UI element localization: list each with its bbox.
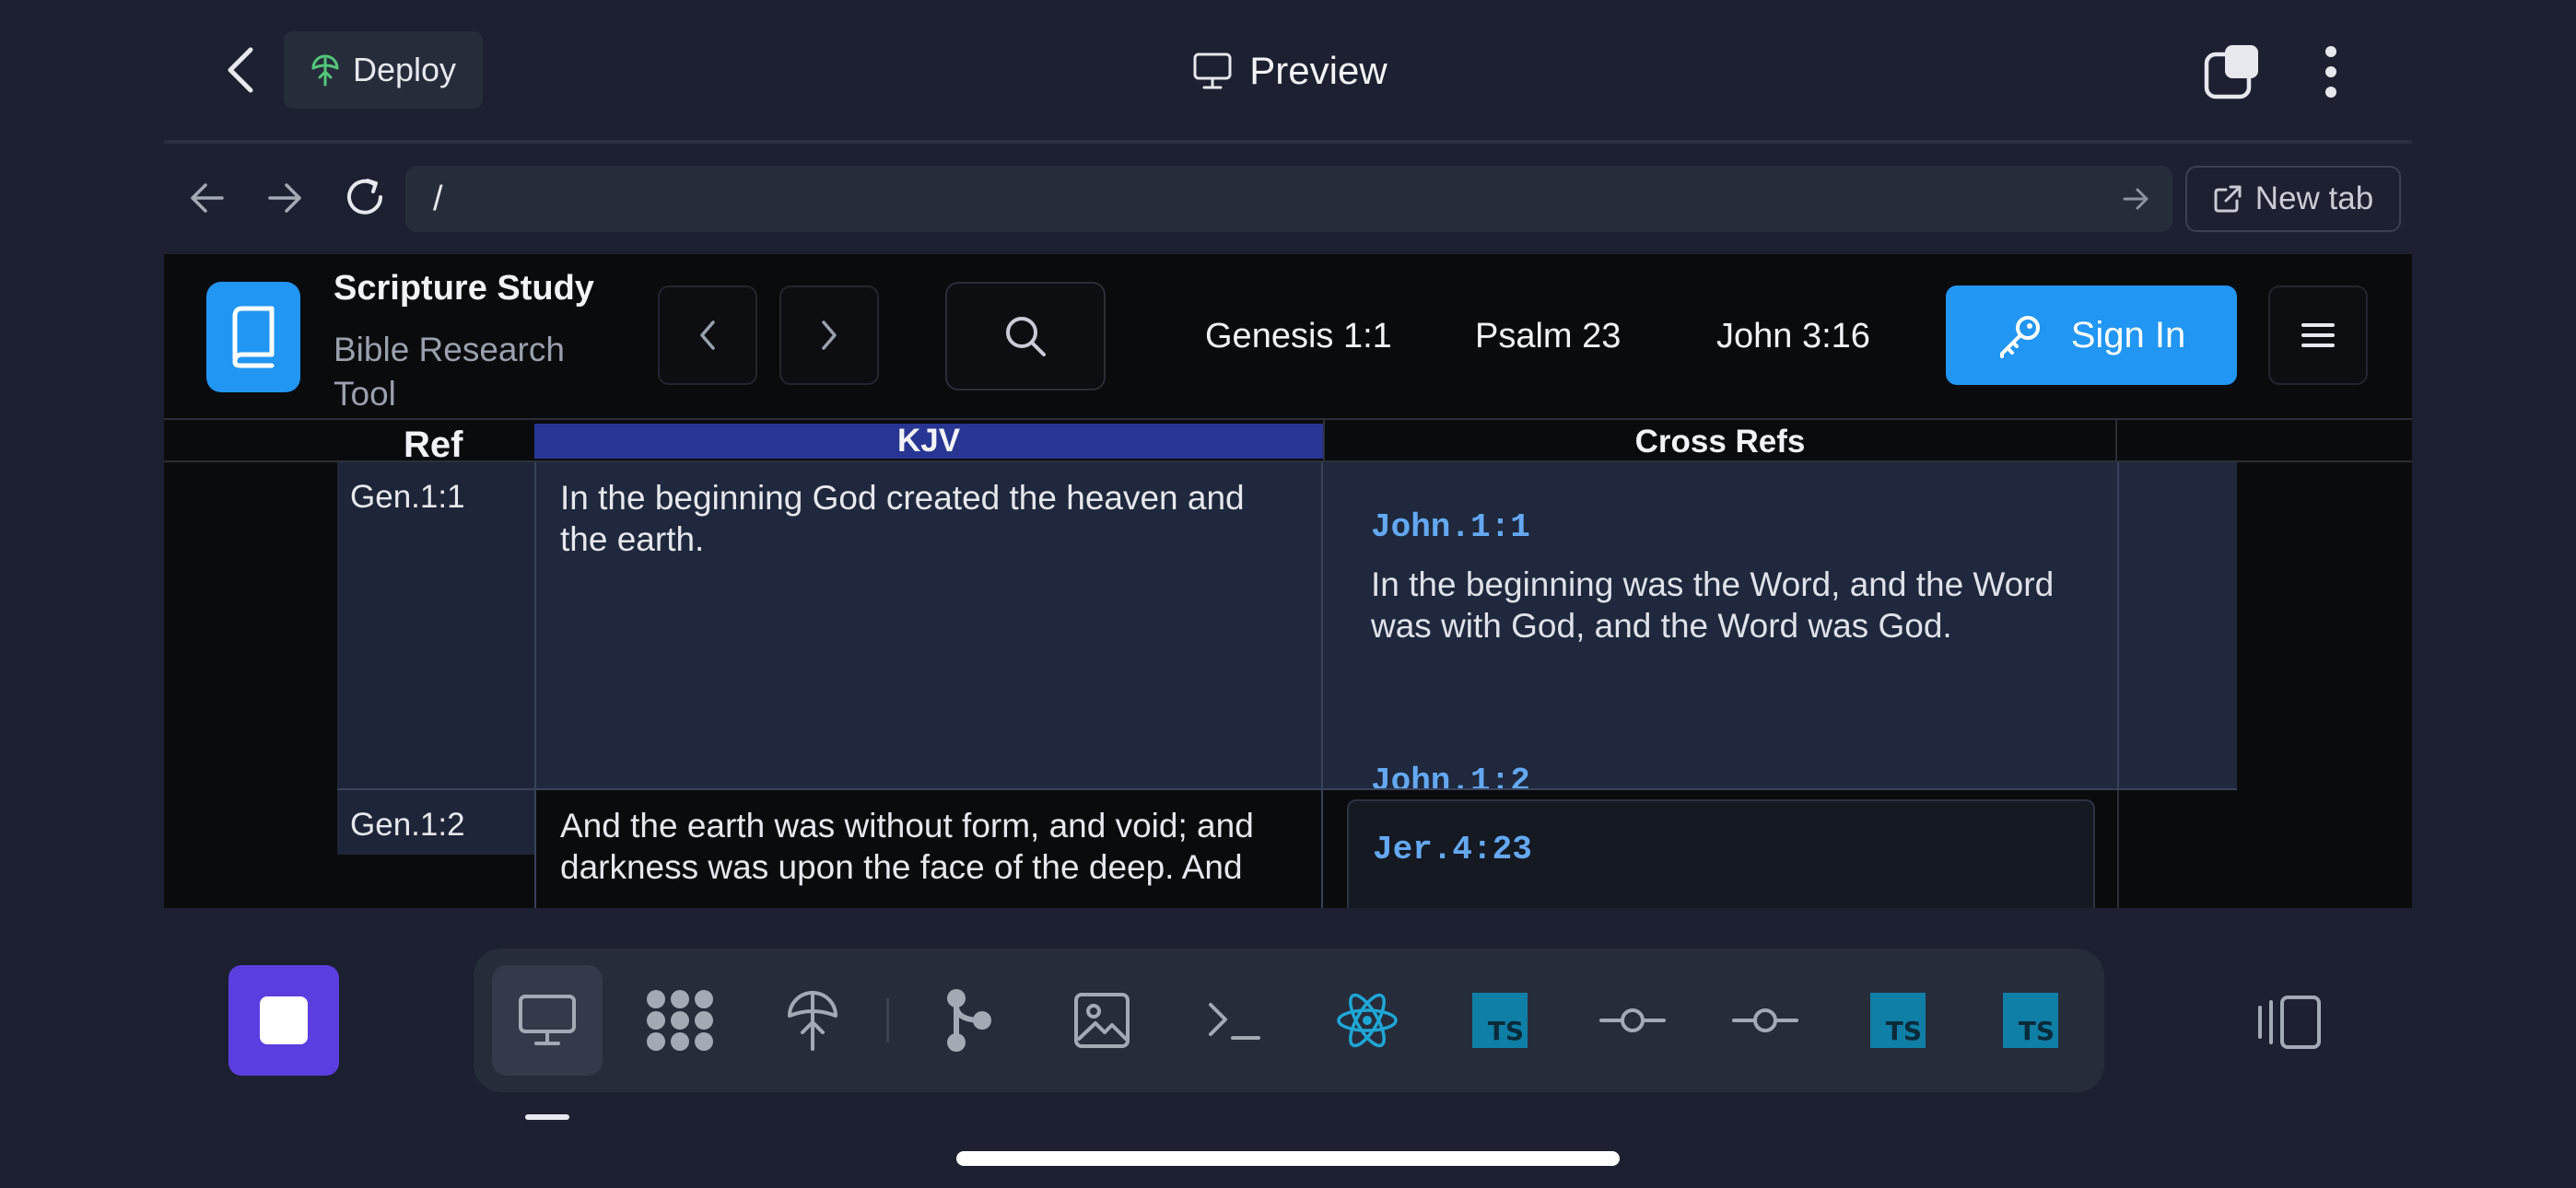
panel-toggle-button[interactable] — [2248, 985, 2331, 1059]
apps-icon — [647, 990, 713, 1051]
dock-image-button[interactable] — [1047, 965, 1157, 1076]
browser-back-button[interactable] — [184, 175, 230, 221]
url-text[interactable]: / — [433, 166, 443, 232]
dock-typescript-button[interactable]: TS — [1975, 965, 2086, 1076]
ref-cell[interactable]: Gen.1:2 — [337, 790, 534, 855]
table-header: Ref KJV Cross Refs — [164, 418, 2412, 465]
cross-refs-cell: John.1:1 In the beginning was the Word, … — [1323, 462, 2117, 790]
previous-verse-button[interactable] — [658, 285, 757, 385]
cross-ref-link[interactable]: John.1:1 — [1371, 508, 1530, 546]
deploy-label: Deploy — [352, 51, 457, 88]
cross-ref-link[interactable]: Jer.4:23 — [1373, 831, 1532, 868]
app-logo[interactable] — [206, 282, 300, 392]
dock-commit-button[interactable] — [1577, 965, 1688, 1076]
panel-layout-icon — [2258, 996, 2321, 1049]
monitor-icon — [519, 995, 576, 1045]
column-header-kjv[interactable]: KJV — [534, 423, 1323, 459]
arrow-right-icon — [268, 183, 301, 213]
tool-dock: TS TS TS — [474, 949, 2104, 1092]
typescript-icon: TS — [2003, 993, 2058, 1048]
quick-link-psalm[interactable]: Psalm 23 — [1475, 304, 1621, 368]
browser-forward-button[interactable] — [262, 175, 308, 221]
chevron-left-icon — [228, 47, 253, 93]
active-tab-indicator — [525, 1114, 569, 1120]
arrow-left-icon — [191, 183, 224, 213]
search-button[interactable] — [945, 282, 1106, 390]
dock-preview-button[interactable] — [492, 965, 603, 1076]
more-options-button[interactable] — [2303, 37, 2359, 107]
home-indicator[interactable] — [956, 1151, 1620, 1166]
dock-typescript-button[interactable]: TS — [1445, 965, 1555, 1076]
cross-ref-text: In the beginning was the Word, and the W… — [1371, 565, 2055, 645]
typescript-icon: TS — [1870, 993, 1926, 1048]
app-title: Scripture Study — [334, 269, 594, 308]
stop-icon — [260, 996, 308, 1044]
back-button[interactable] — [212, 37, 269, 103]
dock-commit-button[interactable] — [1710, 965, 1821, 1076]
next-verse-button[interactable] — [779, 285, 879, 385]
preview-title: Preview — [1179, 37, 1400, 105]
deploy-icon — [311, 54, 339, 87]
chevron-right-icon — [822, 320, 837, 350]
deploy-button[interactable]: Deploy — [284, 31, 483, 109]
column-divider — [2117, 790, 2119, 908]
dock-separator — [886, 998, 889, 1042]
column-header-ref[interactable]: Ref — [404, 420, 477, 465]
top-divider — [164, 140, 2412, 144]
git-icon — [947, 989, 991, 1052]
monitor-icon — [1193, 52, 1232, 89]
react-icon — [1337, 993, 1398, 1048]
quick-link-genesis[interactable]: Genesis 1:1 — [1205, 304, 1392, 368]
dock-deploy-button[interactable] — [757, 965, 868, 1076]
search-icon — [1006, 317, 1046, 356]
dock-git-button[interactable] — [914, 965, 1025, 1076]
cross-refs-cell: Jer.4:23 — [1323, 790, 2117, 908]
new-tab-button[interactable]: New tab — [2185, 166, 2401, 232]
empty-cell — [2117, 462, 2237, 790]
dock-terminal-button[interactable] — [1179, 965, 1290, 1076]
url-go-button[interactable] — [2117, 181, 2154, 217]
tabs-icon — [2204, 45, 2258, 99]
quick-link-john[interactable]: John 3:16 — [1716, 304, 1870, 368]
dock-typescript-button[interactable]: TS — [1843, 965, 1953, 1076]
tabs-button[interactable] — [2200, 41, 2263, 103]
commit-icon — [1732, 1008, 1798, 1032]
chevron-left-icon — [700, 320, 715, 350]
stop-button[interactable] — [228, 965, 339, 1076]
deploy-icon — [788, 991, 837, 1051]
hamburger-menu-icon — [2301, 323, 2335, 347]
preview-title-label: Preview — [1249, 49, 1388, 92]
app-subtitle: Bible Research Tool — [334, 331, 565, 413]
key-icon — [1999, 316, 2040, 358]
column-header-cross-refs[interactable]: Cross Refs — [1323, 420, 2117, 464]
kjv-verse-cell: In the beginning God created the heaven … — [534, 462, 1323, 790]
cross-ref-card[interactable]: Jer.4:23 — [1347, 799, 2095, 908]
more-vertical-icon — [2325, 46, 2336, 98]
terminal-icon — [1209, 1003, 1260, 1040]
dock-react-button[interactable] — [1312, 965, 1423, 1076]
external-link-icon — [2214, 185, 2242, 213]
kjv-verse-cell: And the earth was without form, and void… — [534, 790, 1323, 908]
reload-button[interactable] — [339, 171, 391, 223]
new-tab-label: New tab — [2254, 181, 2374, 216]
image-icon — [1074, 993, 1130, 1048]
typescript-icon: TS — [1472, 993, 1528, 1048]
url-bar[interactable]: / — [405, 166, 2172, 232]
preview-frame: Scripture Study Bible Research Tool Gene… — [164, 254, 2412, 908]
sign-in-label: Sign In — [2070, 314, 2186, 355]
reload-icon — [347, 179, 382, 215]
arrow-right-icon — [2123, 188, 2149, 210]
sign-in-button[interactable]: Sign In — [1946, 285, 2237, 385]
ref-cell[interactable]: Gen.1:1 — [337, 462, 534, 790]
menu-button[interactable] — [2268, 285, 2368, 385]
dock-apps-button[interactable] — [625, 965, 735, 1076]
book-icon — [232, 306, 275, 368]
commit-icon — [1599, 1008, 1666, 1032]
cross-ref-link[interactable]: John.1:2 — [1371, 763, 1530, 790]
